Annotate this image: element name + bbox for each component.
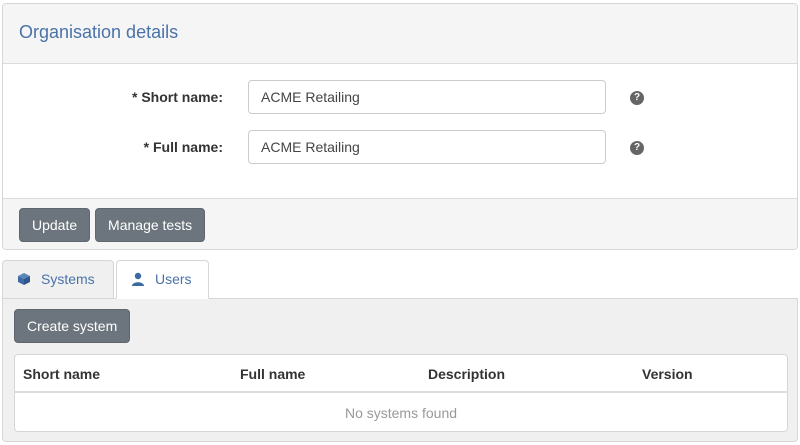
tab-systems-label: Systems [41,271,95,287]
help-icon[interactable]: ? [630,91,644,105]
column-header-full-name[interactable]: Full name [240,366,305,382]
panel-body: * Short name: ? * Full name: ? [3,64,797,198]
panel-header: Organisation details [3,4,797,64]
short-name-row: * Short name: ? [3,80,797,114]
tab-bar: Systems Users [2,260,798,299]
full-name-row: * Full name: ? [3,130,797,164]
organisation-details-panel: Organisation details * Short name: ? * F… [2,3,798,250]
tab-users-label: Users [155,271,192,287]
column-header-version[interactable]: Version [642,366,693,382]
create-system-button[interactable]: Create system [14,309,131,343]
help-icon[interactable]: ? [630,141,644,155]
short-name-input[interactable] [248,80,606,114]
tab-users[interactable]: Users [116,260,209,299]
panel-footer: Update Manage tests [3,198,797,249]
update-button[interactable]: Update [19,208,91,242]
column-header-short-name[interactable]: Short name [23,366,100,382]
table-header: Short name Full name Description Version [15,355,787,393]
tab-systems[interactable]: Systems [2,260,114,299]
panel-title: Organisation details [19,22,179,42]
cube-icon [17,263,31,285]
column-header-description[interactable]: Description [428,366,505,382]
manage-tests-button[interactable]: Manage tests [95,208,206,242]
empty-message: No systems found [344,405,458,421]
short-name-label: * Short name: [131,89,223,105]
systems-tab-content: Create system Short name Full name Descr… [2,299,798,442]
full-name-input[interactable] [248,130,606,164]
user-icon [131,263,145,286]
full-name-label: * Full name: [143,139,223,155]
systems-table: Short name Full name Description Version… [14,354,788,432]
